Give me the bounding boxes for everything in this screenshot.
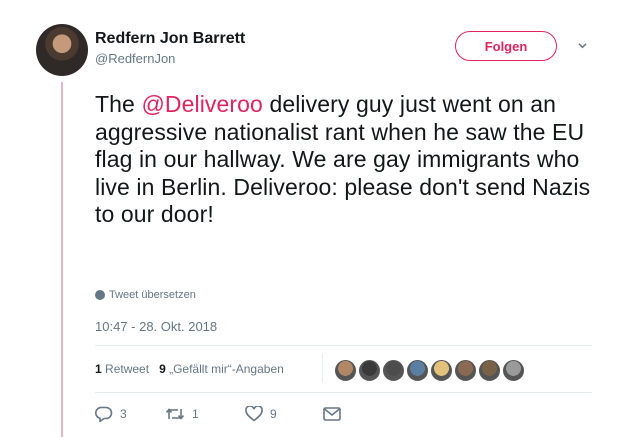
stats-separator [322,353,323,383]
retweet-icon [165,408,185,420]
user-name[interactable]: Redfern Jon Barrett [95,30,245,48]
like-button[interactable]: 9 [245,406,323,422]
liker-avatar[interactable] [478,359,501,382]
retweet-count: 1 [192,407,199,421]
likes-count: 9 [159,362,166,376]
reply-icon [95,406,113,422]
translate-label: Tweet übersetzen [109,289,196,301]
liker-avatars [334,359,525,382]
divider-top [95,345,592,346]
liker-avatar[interactable] [502,359,525,382]
thread-line [61,82,63,437]
liker-avatar[interactable] [454,359,477,382]
translate-link[interactable]: Tweet übersetzen [95,289,196,301]
liker-avatar[interactable] [334,359,357,382]
envelope-icon [323,407,341,421]
user-handle[interactable]: @RedfernJon [95,51,175,66]
likes-stat[interactable]: 9 „Gefällt mir“-Angaben [159,362,284,376]
liker-avatar[interactable] [358,359,381,382]
globe-icon [95,290,105,300]
reply-button[interactable]: 3 [95,406,165,422]
heart-icon [245,406,263,422]
tweet-text-start: The [95,91,142,117]
tweet-text: The @Deliveroo delivery guy just went on… [95,91,605,229]
retweets-stat[interactable]: 1 Retweet [95,362,149,376]
retweet-button[interactable]: 1 [165,407,245,421]
action-bar: 3 1 9 [95,406,341,422]
engagement-stats: 1 Retweet 9 „Gefällt mir“-Angaben [95,362,284,376]
follow-button[interactable]: Folgen [455,31,557,61]
avatar[interactable] [36,24,88,76]
direct-message-button[interactable] [323,407,341,421]
retweets-label: Retweet [105,362,150,376]
liker-avatar[interactable] [430,359,453,382]
timestamp[interactable]: 10:47 - 28. Okt. 2018 [95,319,217,334]
liker-avatar[interactable] [382,359,405,382]
likes-label: „Gefällt mir“-Angaben [169,362,284,376]
chevron-down-icon[interactable] [578,41,587,50]
mention-link[interactable]: @Deliveroo [141,91,263,117]
divider-bottom [95,392,592,393]
reply-count: 3 [120,407,127,421]
like-count: 9 [270,407,277,421]
retweets-count: 1 [95,362,102,376]
liker-avatar[interactable] [406,359,429,382]
